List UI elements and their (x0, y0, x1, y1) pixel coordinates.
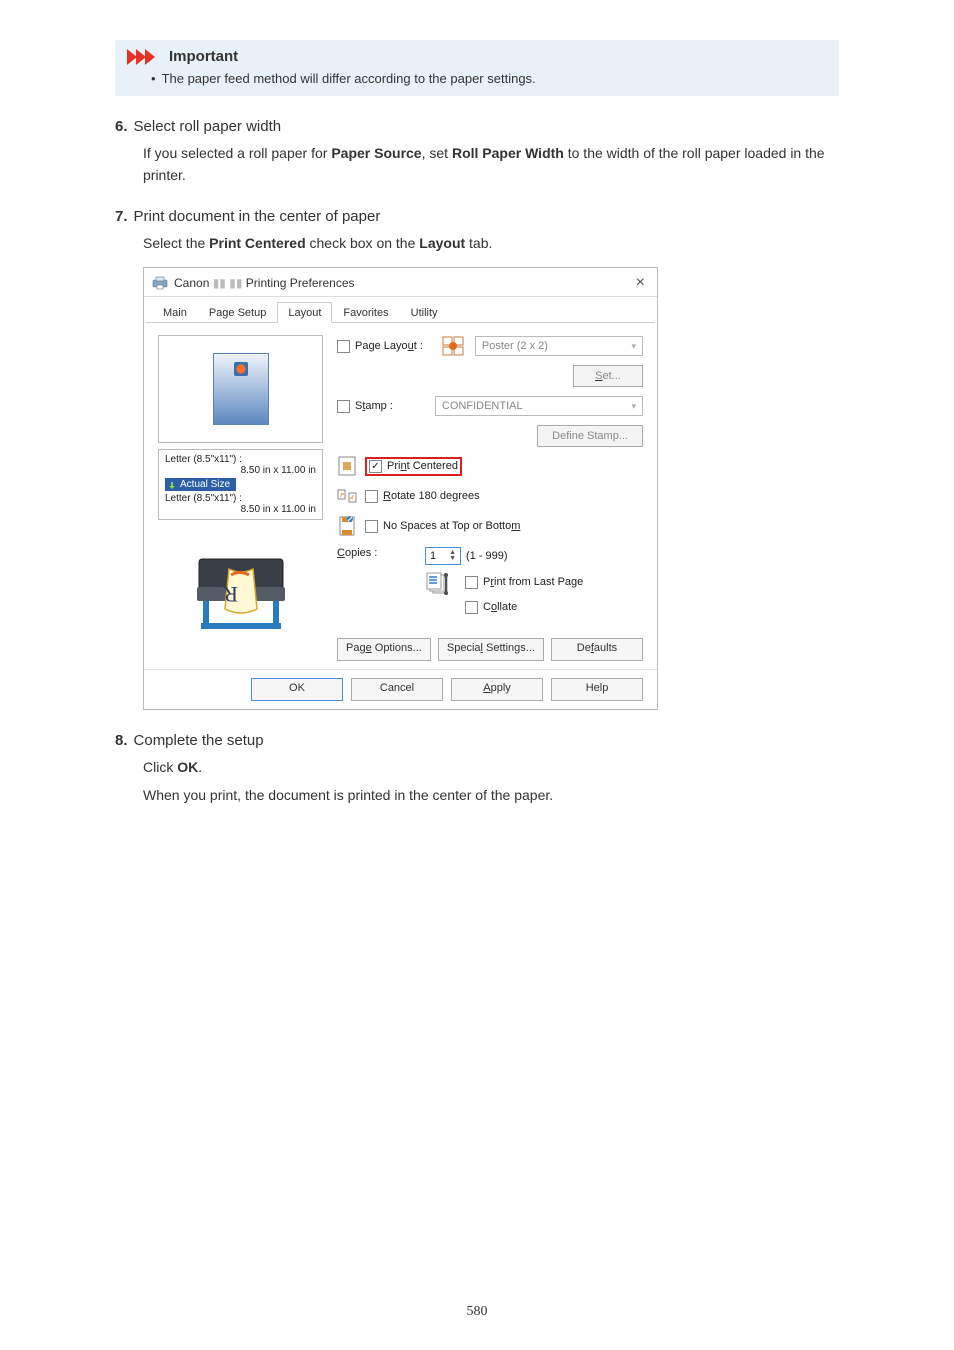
stamp-select[interactable]: CONFIDENTIAL ▾ (435, 396, 643, 416)
ok-button[interactable]: OK (251, 678, 343, 701)
titlebar: Canon ▮▮ ▮▮ Printing Preferences × (144, 268, 657, 297)
svg-text:ዖ: ዖ (350, 493, 354, 500)
page-preview (158, 335, 323, 443)
rotate-180-label: Rotate 180 degrees (383, 490, 480, 502)
tab-utility[interactable]: Utility (400, 302, 449, 323)
dialog-title: Canon ▮▮ ▮▮ Printing Preferences (174, 276, 632, 290)
step-8-heading: 8. Complete the setup (115, 732, 839, 749)
close-button[interactable]: × (632, 274, 649, 292)
step-title: Print document in the center of paper (134, 208, 381, 225)
apply-button[interactable]: Apply (451, 678, 543, 701)
poster-icon (441, 335, 465, 357)
set-button[interactable]: Set... (573, 365, 643, 387)
collate-checkbox[interactable] (465, 601, 478, 614)
tab-main[interactable]: Main (152, 302, 198, 323)
step-num: 8. (115, 732, 128, 749)
stamp-label: Stamp : (355, 400, 393, 412)
actual-size-badge: Actual Size (165, 478, 236, 491)
tab-page-setup[interactable]: Page Setup (198, 302, 278, 323)
stamp-checkbox[interactable] (337, 400, 350, 413)
print-centered-icon (337, 456, 357, 476)
step-num: 7. (115, 208, 128, 225)
print-last-page-label: Print from Last Page (483, 576, 583, 588)
page-layout-label: Page Layout : (355, 340, 423, 352)
print-centered-highlight: Print Centered (365, 457, 462, 476)
important-icon (127, 49, 163, 65)
copies-spinner[interactable]: 1 ▲▼ (425, 547, 461, 565)
help-button[interactable]: Help (551, 678, 643, 701)
tab-favorites[interactable]: Favorites (332, 302, 399, 323)
svg-text:ዖ: ዖ (340, 492, 344, 499)
page-layout-checkbox[interactable] (337, 340, 350, 353)
chevron-down-icon: ▾ (631, 341, 636, 352)
printer-illustration: R (158, 526, 323, 656)
step-8-body: Click OK. When you print, the document i… (143, 757, 839, 806)
step-num: 6. (115, 118, 128, 135)
rotate-180-checkbox[interactable] (365, 490, 378, 503)
define-stamp-button[interactable]: Define Stamp... (537, 425, 643, 447)
important-text: The paper feed method will differ accord… (162, 71, 536, 86)
rotate-180-icon: ዖ ዖ (337, 486, 357, 506)
svg-text:R: R (223, 582, 238, 607)
spinner-arrows-icon: ▲▼ (449, 550, 456, 562)
step-title: Select roll paper width (134, 118, 282, 135)
page-number: 580 (0, 1304, 954, 1320)
bullet-dot: • (151, 71, 156, 86)
cancel-button[interactable]: Cancel (351, 678, 443, 701)
step-6-body: If you selected a roll paper for Paper S… (143, 143, 839, 186)
step-6-heading: 6. Select roll paper width (115, 118, 839, 135)
print-centered-label: Print Centered (387, 460, 458, 472)
tab-strip: Main Page Setup Layout Favorites Utility (146, 297, 655, 323)
special-settings-button[interactable]: Special Settings... (438, 638, 544, 661)
copies-range: (1 - 999) (466, 550, 508, 562)
page-options-button[interactable]: Page Options... (337, 638, 431, 661)
chevron-down-icon: ▾ (631, 401, 636, 412)
size-info-1: Letter (8.5"x11") : 8.50 in x 11.00 in A… (158, 449, 323, 520)
app-icon (152, 276, 168, 290)
no-spaces-icon (337, 516, 357, 536)
print-centered-checkbox[interactable] (369, 460, 382, 473)
printing-preferences-dialog: Canon ▮▮ ▮▮ Printing Preferences × Main … (143, 267, 658, 710)
print-last-page-checkbox[interactable] (465, 576, 478, 589)
step-title: Complete the setup (134, 732, 264, 749)
important-callout: Important • The paper feed method will d… (115, 40, 839, 96)
no-spaces-checkbox[interactable] (365, 520, 378, 533)
defaults-button[interactable]: Defaults (551, 638, 643, 661)
step-7-body: Select the Print Centered check box on t… (143, 233, 839, 255)
collate-icon (425, 571, 457, 599)
page-layout-select[interactable]: Poster (2 x 2) ▾ (475, 336, 643, 356)
step-7-heading: 7. Print document in the center of paper (115, 208, 839, 225)
copies-label: Copies : (337, 547, 425, 559)
no-spaces-label: No Spaces at Top or Bottom (383, 520, 520, 532)
important-title: Important (169, 48, 238, 65)
tab-layout[interactable]: Layout (277, 302, 332, 323)
collate-label: Collate (483, 601, 517, 613)
